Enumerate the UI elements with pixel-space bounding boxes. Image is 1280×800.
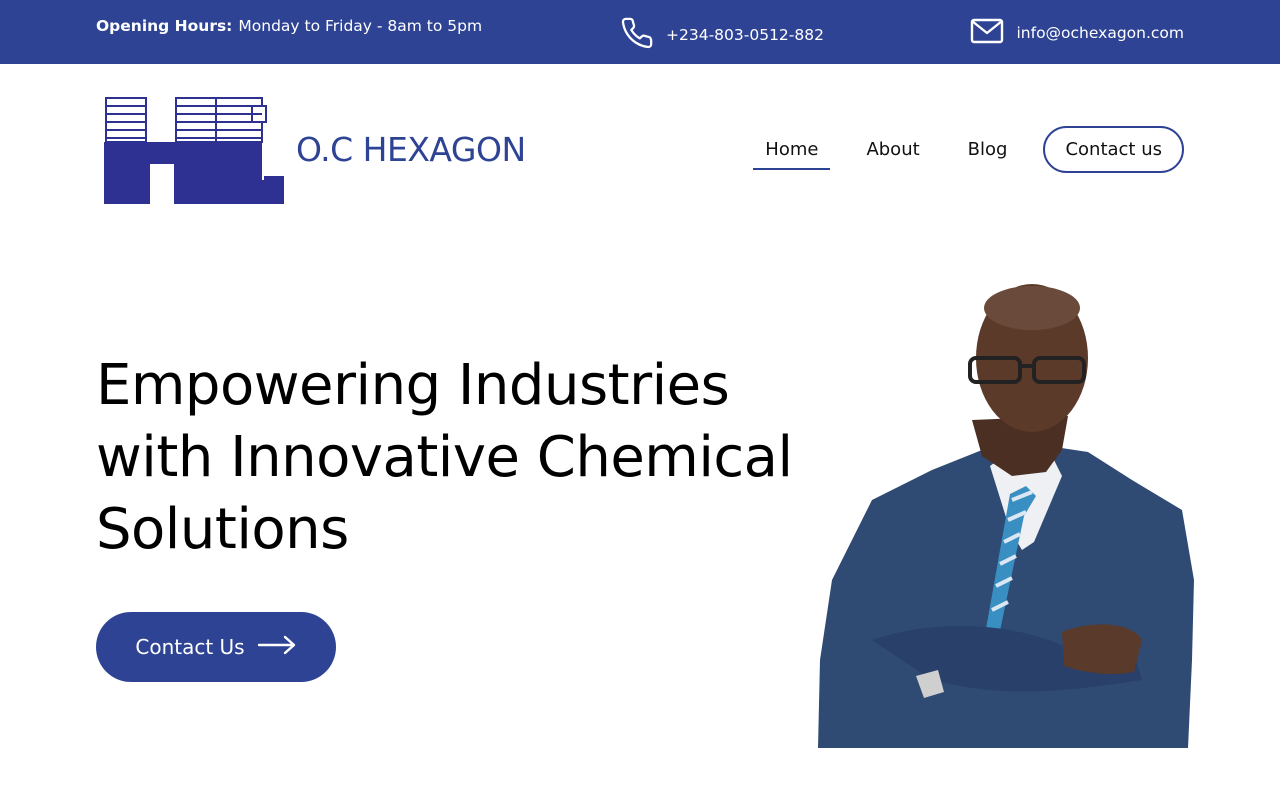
nav-item-home[interactable]: Home [753,129,831,170]
nav-item-about[interactable]: About [854,129,931,170]
email-contact[interactable]: info@ochexagon.com [970,17,1184,49]
hero-contact-label: Contact Us [135,635,245,659]
opening-hours-value: Monday to Friday - 8am to 5pm [238,17,483,35]
email-address: info@ochexagon.com [1016,24,1184,42]
nav-contact-button[interactable]: Contact us [1043,126,1184,173]
hero-title-line: Empowering Industries [96,353,730,418]
mail-icon [970,17,1016,49]
opening-hours-label: Opening Hours: [96,17,233,35]
hc-logo[interactable] [104,96,286,204]
phone-icon [620,16,666,54]
hero-title-line: with Innovative Chemical [96,425,793,490]
top-info-bar: Opening Hours: Monday to Friday - 8am to … [0,0,1280,64]
hero-title: Empowering Industries with Innovative Ch… [96,350,836,566]
brand-name[interactable]: O.C HEXAGON [296,130,526,169]
hero-contact-button[interactable]: Contact Us [96,612,336,682]
phone-number: +234-803-0512-882 [666,26,824,44]
hero-title-line: Solutions [96,497,349,562]
arrow-right-icon [245,635,297,660]
phone-contact[interactable]: +234-803-0512-882 [620,16,824,54]
opening-hours: Opening Hours: Monday to Friday - 8am to … [96,17,482,35]
businessman-photo [812,280,1198,748]
main-nav: Home About Blog Contact us [729,126,1184,173]
nav-item-blog[interactable]: Blog [956,129,1020,170]
